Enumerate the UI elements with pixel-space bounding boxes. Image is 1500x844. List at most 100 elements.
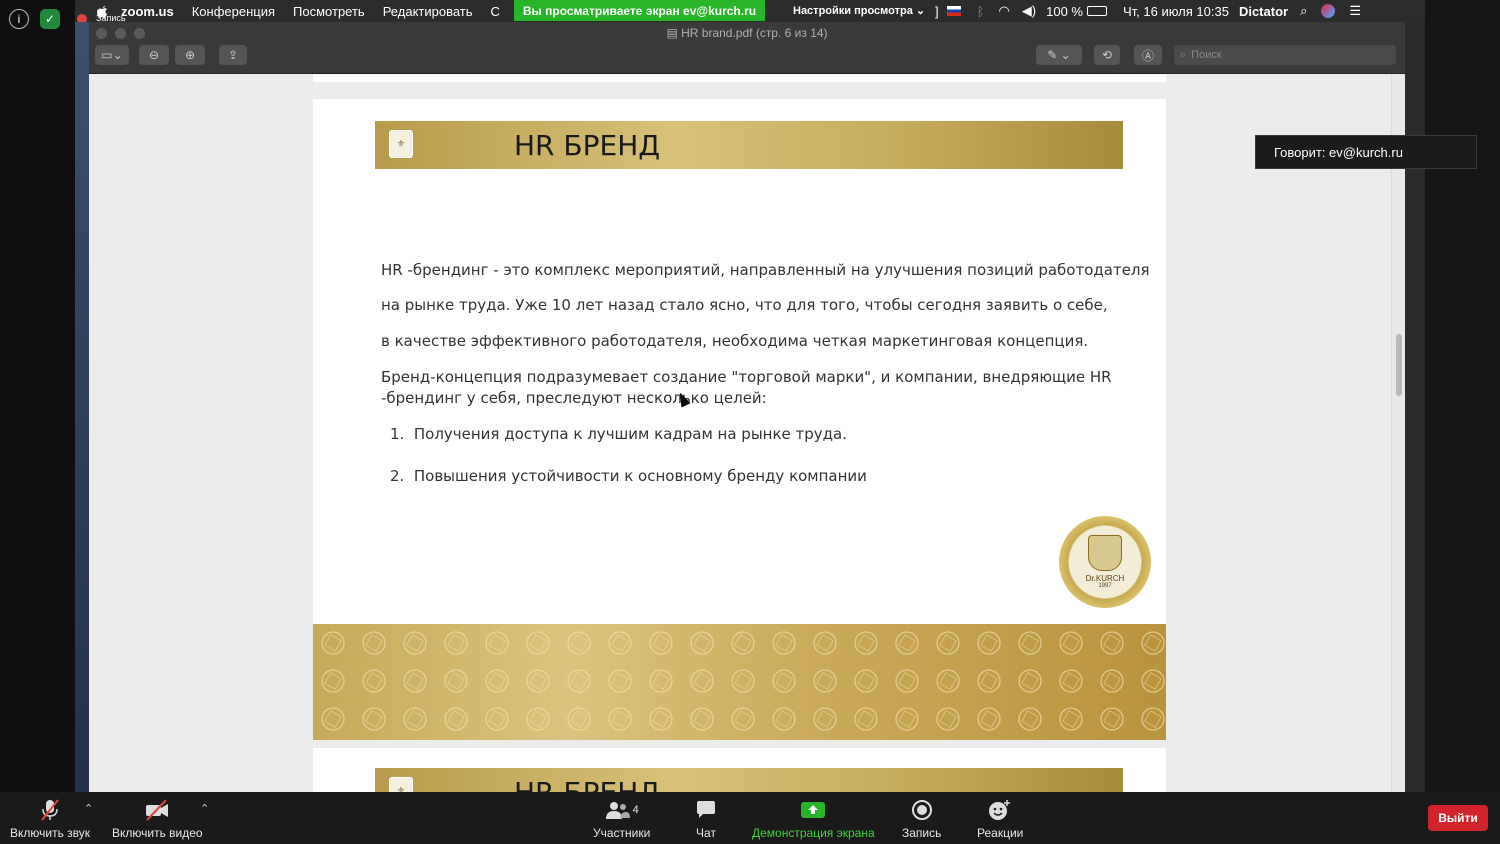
unmute-button[interactable]: Включить звук bbox=[10, 798, 90, 840]
view-settings-label: Настройки просмотра bbox=[793, 5, 913, 17]
volume-icon[interactable]: ◀) bbox=[1022, 3, 1036, 19]
participants-count: 4 bbox=[632, 804, 639, 816]
preview-window: ▤ HR brand.pdf (стр. 6 из 14) ▭⌄ ⊖ ⊕ ⇪ ✎… bbox=[89, 22, 1405, 792]
menu-conference[interactable]: Конференция bbox=[192, 4, 275, 19]
sidebar-toggle-button[interactable]: ▭⌄ bbox=[95, 45, 129, 65]
list-item-number: 2. bbox=[390, 467, 405, 485]
zoom-left-strip: i ✓ bbox=[0, 0, 75, 792]
pdf-page-previous bbox=[313, 74, 1166, 82]
start-video-button[interactable]: Включить видео bbox=[112, 798, 203, 840]
rotate-button[interactable]: ⟲ bbox=[1094, 45, 1120, 65]
seal-year: 1997 bbox=[1098, 583, 1112, 589]
unmute-label: Включить звук bbox=[10, 826, 91, 840]
battery-percent: 100 % bbox=[1046, 3, 1083, 19]
share-button[interactable]: ⇪ bbox=[219, 45, 247, 65]
paragraph-line: -брендинг у себя, преследуют несколько ц… bbox=[381, 389, 767, 407]
zoom-in-icon: ⊕ bbox=[184, 48, 196, 62]
gold-pattern-graphic bbox=[313, 624, 1166, 740]
document-title: ▤ HR brand.pdf (стр. 6 из 14) bbox=[666, 26, 828, 40]
bracket-icon: ] bbox=[935, 3, 939, 19]
chat-bubble-icon bbox=[695, 798, 717, 822]
spotlight-search-icon[interactable]: ⌕ bbox=[1300, 3, 1307, 19]
screen: i ✓ zoom.us Конференция Посмотреть Редак… bbox=[0, 0, 1500, 844]
annotate-button[interactable]: Ⓐ bbox=[1134, 45, 1162, 65]
menu-truncated[interactable]: С bbox=[491, 4, 500, 19]
chat-label: Чат bbox=[696, 826, 716, 840]
next-page-header-band: ⚜ HR БРЕНД bbox=[375, 768, 1123, 792]
leave-meeting-button[interactable]: Выйти bbox=[1428, 805, 1488, 831]
user-name[interactable]: Dictator bbox=[1239, 4, 1288, 19]
share-screen-label: Демонстрация экрана bbox=[752, 826, 875, 840]
page-footer-pattern bbox=[313, 624, 1166, 740]
preview-titlebar: ▤ HR brand.pdf (стр. 6 из 14) ▭⌄ ⊖ ⊕ ⇪ ✎… bbox=[89, 22, 1405, 74]
annotate-icon: Ⓐ bbox=[1141, 48, 1154, 63]
participants-icon: 4 bbox=[605, 798, 639, 822]
list-item-number: 1. bbox=[390, 425, 405, 443]
siri-icon[interactable] bbox=[1321, 4, 1336, 18]
list-item-text: Повышения устойчивости к основному бренд… bbox=[413, 467, 867, 485]
share-icon: ⇪ bbox=[227, 48, 239, 62]
share-screen-button[interactable]: Демонстрация экрана bbox=[752, 798, 875, 840]
logo-emblem-icon: ⚜ bbox=[389, 130, 413, 158]
active-speaker-tooltip: Говорит: ev@kurch.ru bbox=[1255, 135, 1477, 169]
scrollbar-thumb[interactable] bbox=[1396, 334, 1402, 396]
zoom-in-button[interactable]: ⊕ bbox=[175, 45, 205, 65]
paragraph-line: в качестве эффективного работодателя, не… bbox=[381, 332, 1089, 350]
zoom-out-button[interactable]: ⊖ bbox=[139, 45, 169, 65]
share-screen-icon bbox=[800, 798, 826, 822]
video-options-caret-icon[interactable]: ⌃ bbox=[200, 802, 209, 815]
notification-center-icon[interactable]: ☰ bbox=[1349, 3, 1361, 19]
date-time[interactable]: Чт, 16 июля 10:35 bbox=[1123, 4, 1229, 19]
paragraph-line: Бренд-концепция подразумевает создание "… bbox=[381, 368, 1112, 386]
status-tray: ] ᛒ ◠ ◀) 100 % Чт, 16 июля 10:35 Dictato… bbox=[935, 0, 1361, 22]
rotate-icon: ⟲ bbox=[1101, 48, 1113, 62]
page-header-band: ⚜ HR БРЕНД bbox=[375, 121, 1123, 169]
record-button[interactable]: Запись bbox=[902, 798, 941, 840]
list-item: 2. Повышения устойчивости к основному бр… bbox=[390, 467, 867, 485]
zoom-out-icon: ⊖ bbox=[148, 48, 160, 62]
search-input[interactable]: ⌕ Поиск bbox=[1174, 45, 1396, 65]
markup-pen-button[interactable]: ✎ ⌄ bbox=[1036, 45, 1082, 65]
security-shield-icon[interactable]: ✓ bbox=[40, 9, 60, 29]
battery-icon[interactable] bbox=[1086, 6, 1107, 16]
pen-icon: ✎ ⌄ bbox=[1047, 48, 1071, 62]
document-title-text: HR brand.pdf (стр. 6 из 14) bbox=[681, 26, 828, 40]
menu-edit[interactable]: Редактировать bbox=[383, 4, 473, 19]
list-item-text: Получения доступа к лучшим кадрам на рын… bbox=[413, 425, 847, 443]
viewing-screen-banner: Вы просматриваете экран ev@kurch.ru bbox=[514, 0, 765, 21]
seal-text: Dr.KURCH bbox=[1085, 574, 1125, 583]
chat-button[interactable]: Чат bbox=[695, 798, 717, 840]
info-icon[interactable]: i bbox=[9, 9, 29, 29]
participants-label: Участники bbox=[593, 826, 651, 840]
menu-app-name[interactable]: zoom.us bbox=[121, 4, 174, 19]
flag-ru-icon[interactable] bbox=[946, 6, 961, 16]
logo-emblem-icon: ⚜ bbox=[389, 777, 413, 792]
audio-options-caret-icon[interactable]: ⌃ bbox=[84, 802, 93, 815]
camera-off-icon bbox=[144, 798, 170, 822]
record-icon bbox=[911, 798, 933, 822]
bluetooth-icon[interactable]: ᛒ bbox=[977, 4, 985, 19]
document-view[interactable]: ⚜ HR БРЕНД HR -брендинг - это комплекс м… bbox=[89, 74, 1391, 792]
reactions-label: Реакции bbox=[977, 826, 1024, 840]
start-video-label: Включить видео bbox=[112, 826, 203, 840]
sidebar-icon: ▭⌄ bbox=[101, 48, 123, 62]
desktop-background bbox=[75, 22, 89, 792]
chevron-down-icon: ⌄ bbox=[915, 5, 926, 17]
paragraph-line: на рынке труда. Уже 10 лет назад стало я… bbox=[381, 296, 1108, 314]
reactions-emoji-icon bbox=[988, 798, 1012, 822]
microphone-muted-icon bbox=[39, 798, 61, 822]
wifi-icon[interactable]: ◠ bbox=[998, 3, 1009, 19]
vertical-scrollbar[interactable] bbox=[1391, 74, 1405, 792]
zoom-toolbar: Включить звук ⌃ Включить видео ⌃ 4 Участ… bbox=[0, 792, 1500, 844]
participants-button[interactable]: 4 Участники bbox=[593, 798, 650, 840]
seal-shield-icon bbox=[1088, 535, 1122, 571]
paragraph-line: HR -брендинг - это комплекс мероприятий,… bbox=[381, 261, 1150, 279]
next-page-header-title: HR БРЕНД bbox=[514, 776, 660, 792]
company-seal: Dr.KURCH 1997 bbox=[1059, 516, 1151, 608]
menu-view[interactable]: Посмотреть bbox=[293, 4, 365, 19]
search-placeholder: Поиск bbox=[1191, 49, 1222, 61]
pdf-page-next: ⚜ HR БРЕНД bbox=[313, 748, 1166, 792]
search-icon: ⌕ bbox=[1180, 48, 1187, 61]
view-settings-menu[interactable]: Настройки просмотра ⌄ bbox=[793, 4, 925, 17]
reactions-button[interactable]: Реакции bbox=[977, 798, 1023, 840]
